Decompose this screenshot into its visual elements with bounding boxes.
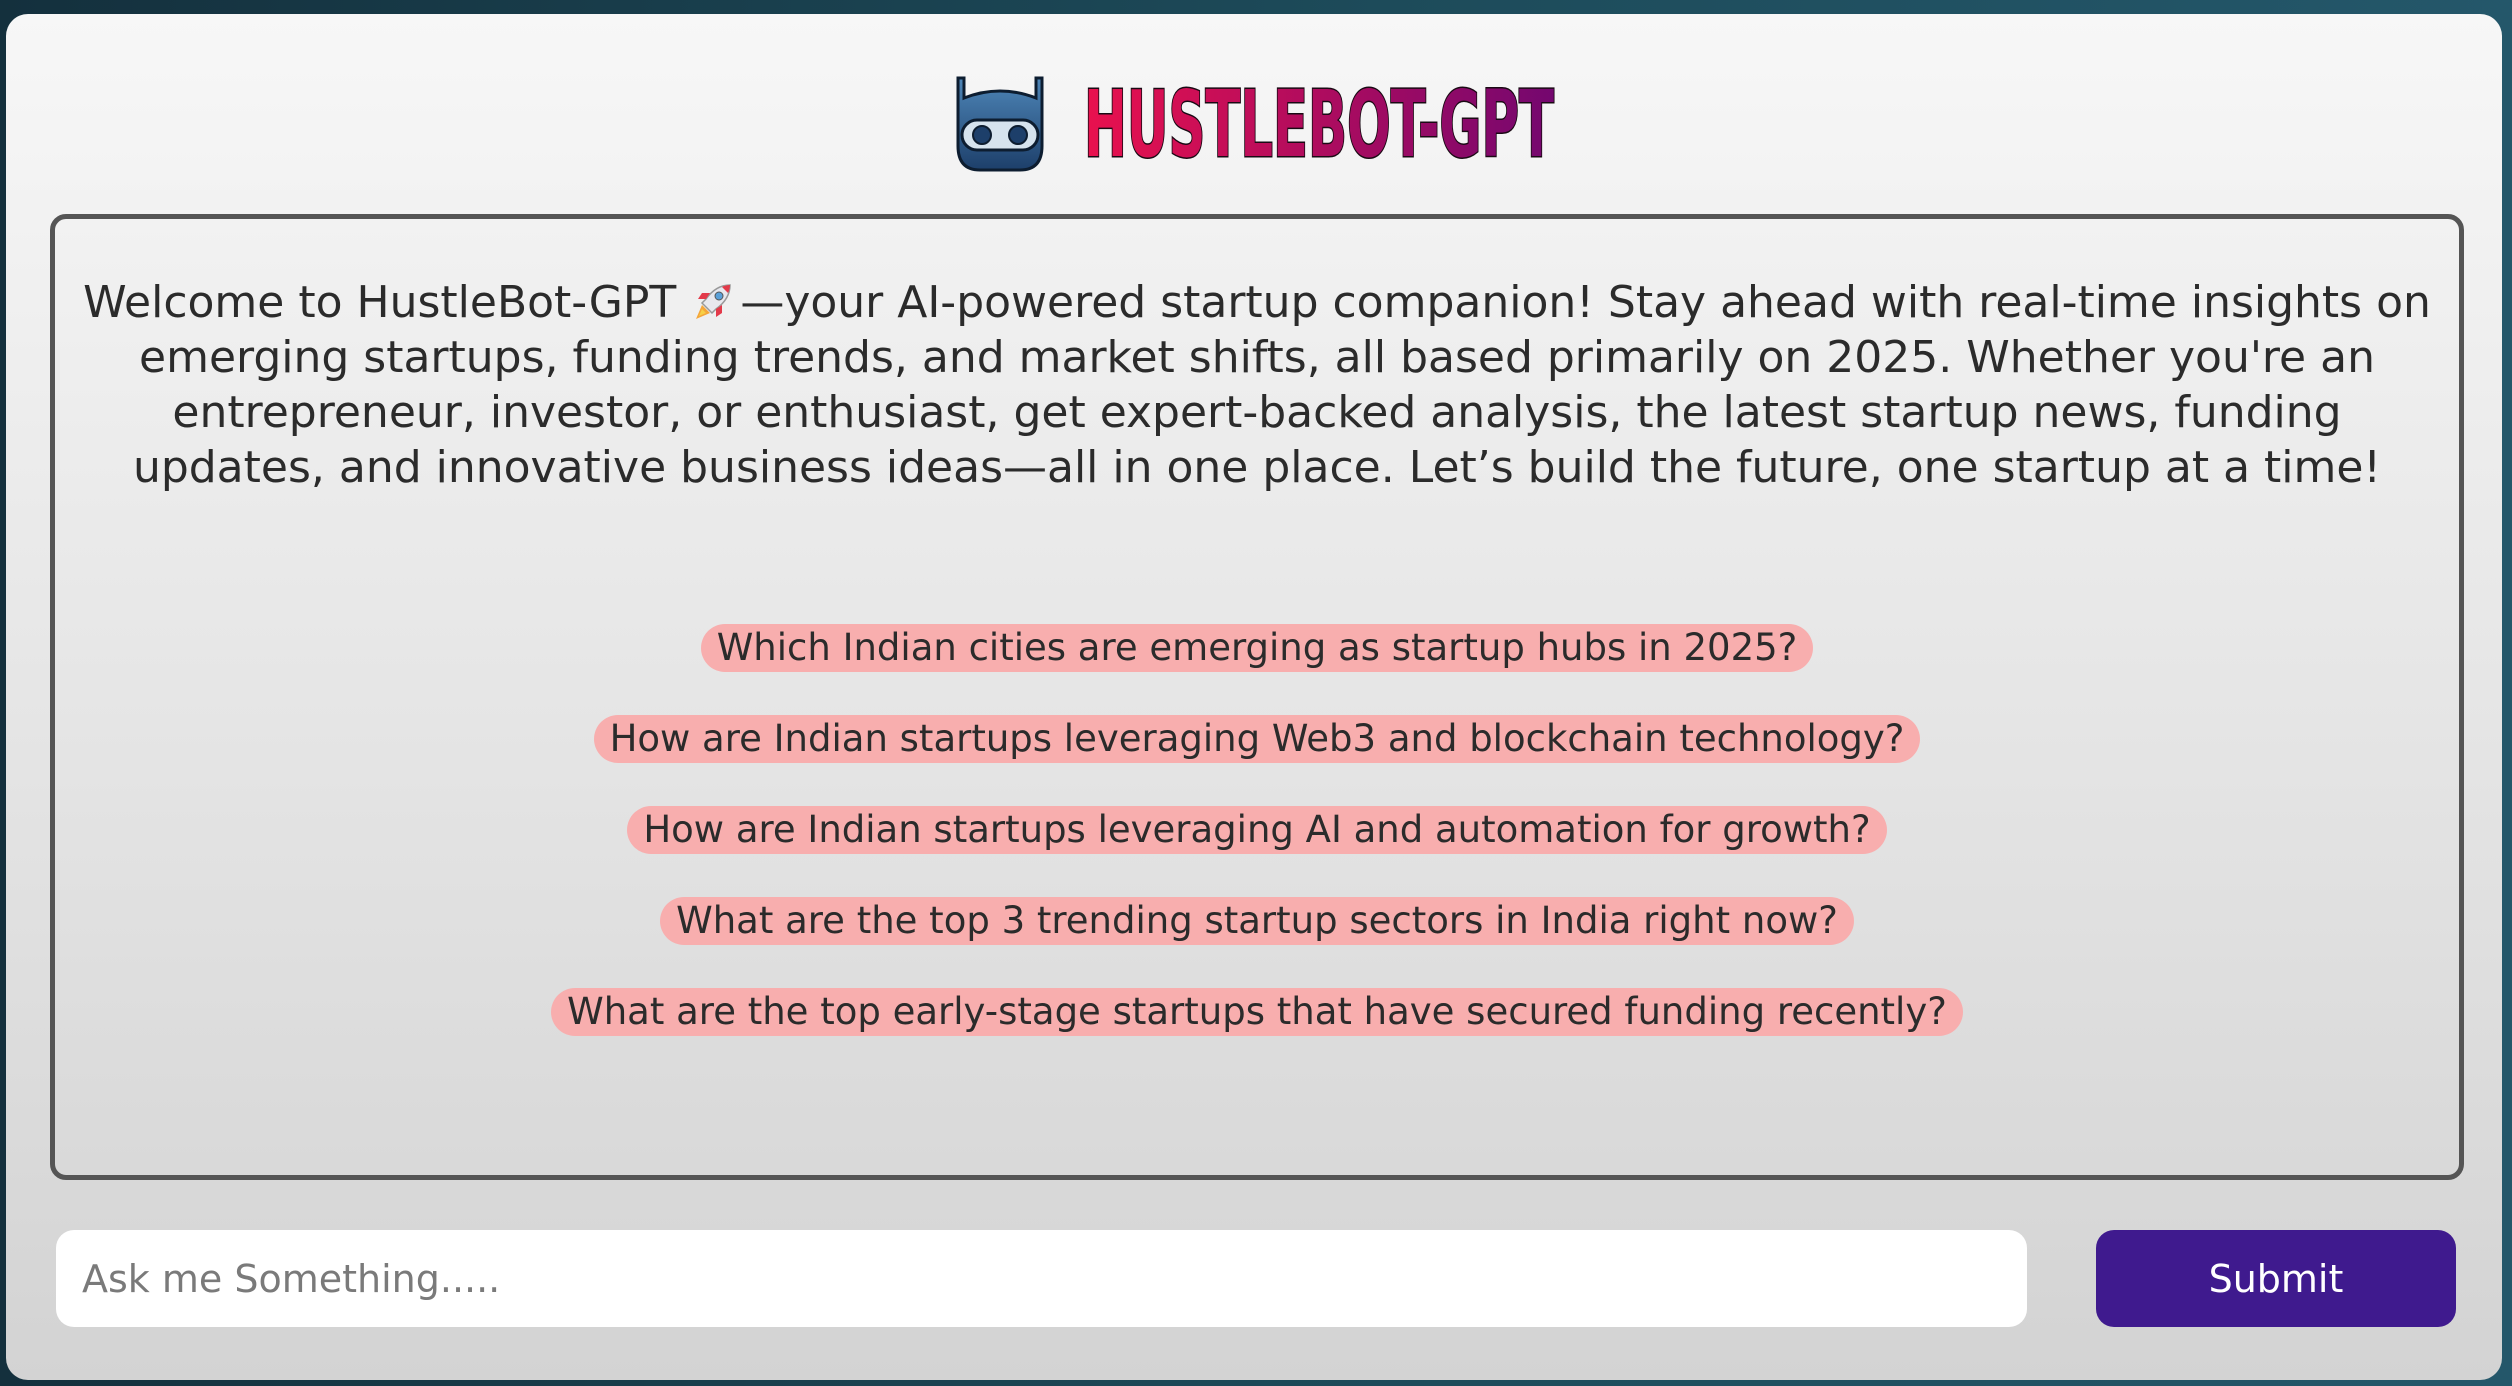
suggestion-list: Which Indian cities are emerging as star… [55, 624, 2459, 1036]
suggestion-chip-5[interactable]: What are the top early-stage startups th… [551, 988, 1963, 1036]
suggestion-chip-2[interactable]: How are Indian startups leveraging Web3 … [593, 715, 1921, 763]
ask-input[interactable] [56, 1230, 2027, 1327]
submit-button[interactable]: Submit [2096, 1230, 2456, 1327]
suggestion-chip-3[interactable]: How are Indian startups leveraging AI an… [627, 806, 1887, 854]
chat-panel: Welcome to HustleBot-GPT —your AI-powere… [50, 214, 2464, 1180]
robot-head-icon [956, 76, 1044, 172]
header-logo: HUSTLEBOT-GPT [6, 64, 2502, 184]
suggestion-chip-1[interactable]: Which Indian cities are emerging as star… [700, 624, 1814, 672]
rocket-icon [696, 284, 732, 319]
app-card: HUSTLEBOT-GPT Welcome to HustleBot-GPT —… [6, 14, 2502, 1380]
brand-name: HUSTLEBOT-GPT [1084, 76, 1554, 172]
welcome-text-start: Welcome to HustleBot-GPT [83, 277, 677, 328]
suggestion-chip-4[interactable]: What are the top 3 trending startup sect… [660, 897, 1854, 945]
welcome-message: Welcome to HustleBot-GPT —your AI-powere… [75, 275, 2439, 495]
brand-wordmark: HUSTLEBOT-GPT [1084, 76, 1558, 172]
